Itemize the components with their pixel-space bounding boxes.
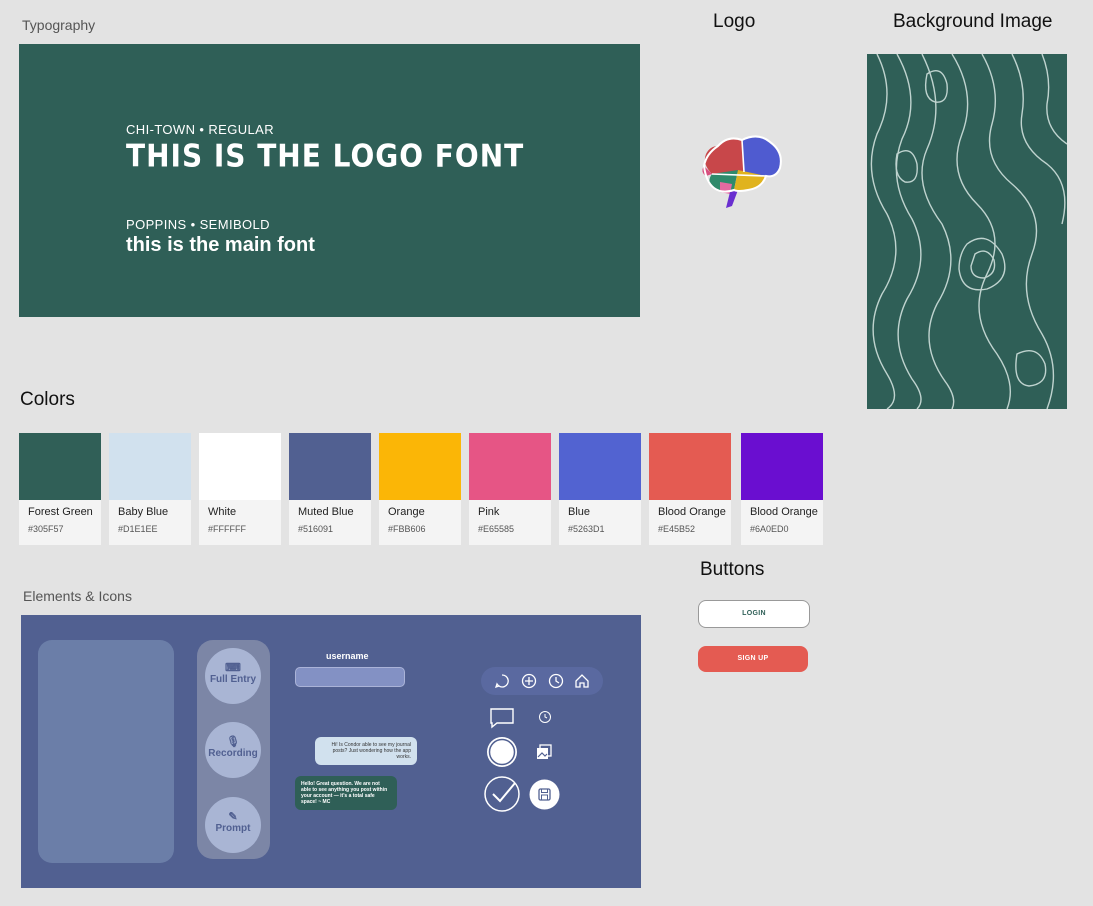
entry-type-rail: ⌨ Full Entry 🎙 Recording ✎ Prompt [197, 640, 270, 859]
color-swatch-blood-orange: Blood Orange #E45B52 [649, 433, 731, 545]
color-swatch-purple: Blood Orange #6A0ED0 [741, 433, 823, 545]
prompt-label: Prompt [215, 823, 251, 834]
swatch-name: Blood Orange [658, 506, 726, 518]
speech-bubble-icon[interactable] [489, 707, 515, 729]
login-button[interactable]: LOGIN [698, 600, 810, 628]
swatch-hex: #E45B52 [658, 524, 696, 534]
username-input[interactable] [295, 667, 405, 687]
color-swatch-white: White #FFFFFF [199, 433, 281, 545]
recording-label: Recording [208, 748, 258, 759]
swatch-hex: #E65585 [478, 524, 515, 534]
swatch-hex: #305F57 [28, 524, 64, 534]
brain-logo-icon [698, 132, 784, 212]
full-entry-label: Full Entry [209, 674, 257, 685]
chat-bubble-outgoing: Hello! Great question. We are not able t… [295, 776, 397, 810]
recording-button[interactable]: 🎙 Recording [205, 722, 261, 778]
color-swatch-forest-green: Forest Green #305F57 [19, 433, 101, 545]
main-font-label: POPPINS • SEMIBOLD [126, 217, 270, 232]
small-clock-icon[interactable] [538, 710, 552, 724]
swatch-name: White [208, 506, 237, 518]
signup-button[interactable]: SIGN UP [698, 646, 808, 672]
color-swatch-blue: Blue #5263D1 [559, 433, 641, 545]
logo-font-label: CHI-TOWN • REGULAR [126, 122, 275, 137]
microphone-icon: 🎙 [226, 736, 240, 748]
full-entry-button[interactable]: ⌨ Full Entry [205, 648, 261, 704]
username-label: username [326, 651, 369, 661]
color-swatch-pink: Pink #E65585 [469, 433, 551, 545]
chat-bubble-incoming: Hi! Is Condor able to see my journal pos… [315, 737, 417, 765]
swatch-name: Blue [568, 506, 591, 518]
main-font-sample: this is the main font [126, 234, 315, 256]
elements-section-label: Elements & Icons [23, 588, 132, 604]
buttons-section-heading: Buttons [700, 559, 765, 580]
home-icon[interactable] [574, 673, 590, 689]
save-icon[interactable] [529, 779, 560, 810]
swatch-name: Orange [388, 506, 425, 518]
swatch-name: Forest Green [28, 506, 93, 518]
plus-circle-icon[interactable] [521, 673, 537, 689]
swatch-name: Pink [478, 506, 500, 518]
colors-section-heading: Colors [20, 389, 75, 410]
elements-panel: ⌨ Full Entry 🎙 Recording ✎ Prompt userna… [21, 615, 641, 888]
swatch-hex: #FBB606 [388, 524, 426, 534]
chat-icon[interactable] [494, 673, 510, 689]
prompt-button[interactable]: ✎ Prompt [205, 797, 261, 853]
topographic-background-image [867, 54, 1067, 409]
pencil-icon: ✎ [228, 811, 238, 823]
logo-section-heading: Logo [713, 11, 756, 32]
swatch-name: Muted Blue [298, 506, 354, 518]
entry-card-placeholder [38, 640, 174, 863]
typography-panel: CHI-TOWN • REGULAR THIS IS THE LOGO FONT… [19, 44, 640, 317]
background-image-section-heading: Background Image [893, 11, 1053, 32]
typography-section-label: Typography [22, 17, 96, 33]
record-icon[interactable] [486, 736, 518, 768]
clock-icon[interactable] [548, 673, 564, 689]
swatch-hex: #5263D1 [568, 524, 605, 534]
color-swatch-muted-blue: Muted Blue #516091 [289, 433, 371, 545]
swatch-name: Baby Blue [118, 506, 169, 518]
swatch-hex: #D1E1EE [118, 524, 158, 534]
swatch-hex: #516091 [298, 524, 334, 534]
logo-font-sample: THIS IS THE LOGO FONT [126, 138, 525, 175]
color-swatch-baby-blue: Baby Blue #D1E1EE [109, 433, 191, 545]
swatch-hex: #6A0ED0 [750, 524, 789, 534]
gallery-icon[interactable] [535, 743, 553, 761]
check-icon[interactable] [483, 775, 521, 813]
color-swatch-orange: Orange #FBB606 [379, 433, 461, 545]
swatch-name: Blood Orange [750, 506, 818, 518]
keyboard-icon: ⌨ [225, 662, 241, 674]
swatch-hex: #FFFFFF [208, 524, 246, 534]
